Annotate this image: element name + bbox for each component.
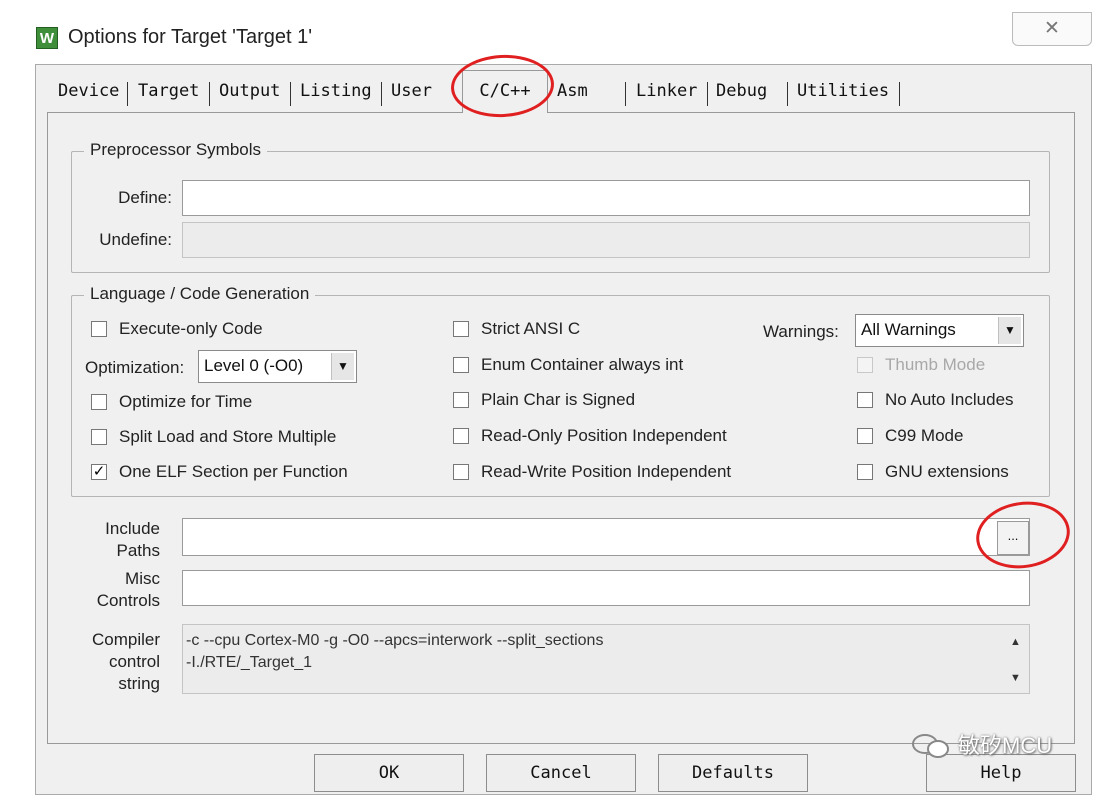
tab-utilities[interactable]: Utilities [797, 81, 889, 101]
tab-device[interactable]: Device [58, 81, 119, 101]
plain-char-label: Plain Char is Signed [481, 390, 636, 409]
close-icon: ✕ [1044, 18, 1060, 39]
execute-only-checkbox[interactable] [91, 321, 107, 337]
tab-separator [625, 82, 626, 106]
tab-debug[interactable]: Debug [716, 81, 767, 101]
misc-controls-label-line1: Misc [125, 569, 160, 588]
enum-container-label: Enum Container always int [481, 355, 684, 374]
compiler-string-line2: -I./RTE/_Target_1 [186, 654, 312, 671]
optimize-time-checkbox[interactable] [91, 394, 107, 410]
define-label: Define: [118, 188, 172, 207]
one-elf-label: One ELF Section per Function [119, 462, 348, 481]
checkmark-icon: ✓ [92, 463, 106, 480]
close-button[interactable]: ✕ [1012, 12, 1092, 46]
optimization-select[interactable]: Level 0 (-O0) ▼ [198, 350, 357, 383]
undefine-label: Undefine: [99, 230, 172, 249]
rw-pi-checkbox[interactable] [453, 464, 469, 480]
tab-separator [707, 82, 708, 106]
include-paths-label-line2: Paths [116, 541, 160, 560]
misc-controls-label-line2: Controls [96, 591, 160, 610]
no-auto-includes-checkbox[interactable] [857, 392, 873, 408]
gnu-extensions-checkbox[interactable] [857, 464, 873, 480]
execute-only-label: Execute-only Code [119, 319, 263, 338]
tab-listing[interactable]: Listing [300, 81, 372, 101]
no-auto-includes-label: No Auto Includes [885, 390, 1014, 409]
compiler-string-label-line3: string [118, 674, 160, 693]
tab-separator [787, 82, 788, 106]
tab-linker[interactable]: Linker [636, 81, 697, 101]
one-elf-checkbox[interactable]: ✓ [91, 464, 107, 480]
tab-separator [899, 82, 900, 106]
thumb-mode-label: Thumb Mode [885, 355, 986, 374]
tab-separator [290, 82, 291, 106]
enum-container-checkbox[interactable] [453, 357, 469, 373]
tab-output[interactable]: Output [219, 81, 280, 101]
tab-target[interactable]: Target [138, 81, 199, 101]
app-icon: W [36, 27, 58, 49]
ro-pi-label: Read-Only Position Independent [481, 426, 727, 445]
defaults-button[interactable]: Defaults [658, 754, 808, 792]
include-paths-label-line1: Include [105, 519, 160, 538]
c99-mode-checkbox[interactable] [857, 428, 873, 444]
warnings-select[interactable]: All Warnings ▼ [855, 314, 1024, 347]
gnu-extensions-label: GNU extensions [885, 462, 1009, 481]
warnings-label: Warnings: [763, 322, 839, 341]
ok-button[interactable]: OK [314, 754, 464, 792]
thumb-mode-checkbox [857, 357, 873, 373]
strict-ansi-label: Strict ANSI C [481, 319, 581, 338]
tab-separator [381, 82, 382, 106]
cancel-button[interactable]: Cancel [486, 754, 636, 792]
compiler-string-line1: -c --cpu Cortex-M0 -g -O0 --apcs=interwo… [186, 632, 604, 649]
preprocessor-group-label: Preprocessor Symbols [84, 140, 268, 160]
ro-pi-checkbox[interactable] [453, 428, 469, 444]
scroll-down-icon[interactable]: ▼ [1010, 672, 1021, 684]
undefine-input [182, 222, 1030, 258]
rw-pi-label: Read-Write Position Independent [481, 462, 732, 481]
chevron-down-icon: ▼ [998, 317, 1021, 344]
chevron-down-icon: ▼ [331, 353, 354, 380]
define-input[interactable] [182, 180, 1030, 216]
include-paths-input[interactable] [182, 518, 1030, 556]
optimization-label: Optimization: [85, 358, 185, 377]
tab-separator [127, 82, 128, 106]
compiler-string-label-line2: control [108, 652, 160, 671]
language-group-label: Language / Code Generation [84, 284, 316, 304]
compiler-string-label-line1: Compiler [91, 630, 160, 649]
c99-mode-label: C99 Mode [885, 426, 964, 445]
wechat-icon [912, 734, 949, 758]
tab-separator [209, 82, 210, 106]
strict-ansi-checkbox[interactable] [453, 321, 469, 337]
split-load-label: Split Load and Store Multiple [119, 427, 337, 446]
tab-asm[interactable]: Asm [557, 81, 588, 101]
watermark-text: 敏矽MCU [958, 733, 1053, 758]
window-title: Options for Target 'Target 1' [68, 26, 313, 48]
plain-char-checkbox[interactable] [453, 392, 469, 408]
optimize-time-label: Optimize for Time [119, 392, 253, 411]
split-load-checkbox[interactable] [91, 429, 107, 445]
tab-user[interactable]: User [391, 81, 432, 101]
misc-controls-input[interactable] [182, 570, 1030, 606]
scroll-up-icon[interactable]: ▲ [1010, 636, 1021, 648]
